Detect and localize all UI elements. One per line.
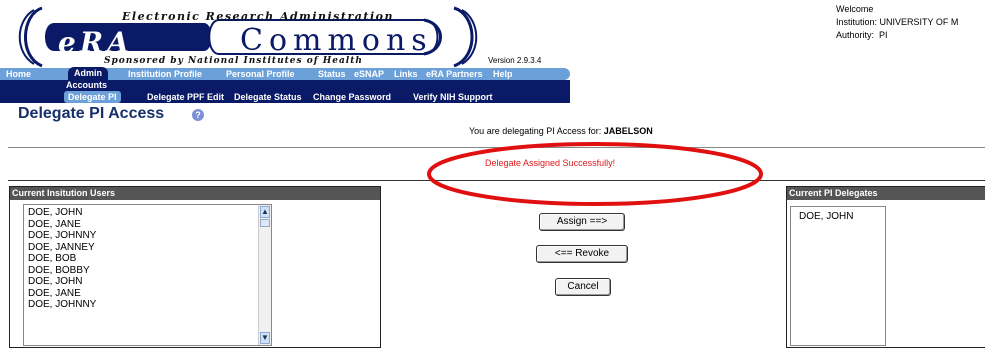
tab-delegate-status[interactable]: Delegate Status [234, 91, 302, 103]
nav-esnap[interactable]: eSNAP [354, 68, 384, 80]
chevron-up-icon[interactable]: ▲ [260, 206, 270, 218]
list-scrollbar[interactable]: ▲ ▼ [258, 205, 271, 345]
institution-value: UNIVERSITY OF M [879, 17, 959, 27]
help-icon[interactable]: ? [192, 109, 204, 121]
list-item[interactable]: DOE, JOHN [28, 276, 271, 288]
cancel-button[interactable]: Cancel [555, 278, 611, 296]
era-commons-logo[interactable]: Electronic Research Administration eRA C… [14, 6, 482, 68]
nav-help[interactable]: Help [493, 68, 513, 80]
authority-value: PI [879, 30, 888, 40]
tab-delegate-ppf-edit[interactable]: Delegate PPF Edit [147, 91, 224, 103]
authority-row: Authority: PI [836, 29, 958, 42]
nav-home[interactable]: Home [6, 68, 31, 80]
main-nav: Home Admin Institution Profile Personal … [0, 67, 570, 80]
version-label: Version 2.9.3.4 [488, 56, 542, 65]
annotation-ellipse [427, 142, 763, 206]
list-item[interactable]: DOE, JOHN [799, 211, 885, 223]
list-item[interactable]: DOE, BOBBY [28, 265, 271, 277]
institution-row: Institution: UNIVERSITY OF M [836, 16, 958, 29]
nav-era-partners[interactable]: eRA Partners [426, 68, 483, 80]
list-item[interactable]: DOE, BOB [28, 253, 271, 265]
logo-bottom-text: Sponsored by National Institutes of Heal… [104, 56, 363, 66]
institution-users-header: Current Insitution Users [10, 187, 380, 200]
tab-delegate-pi[interactable]: Delegate PI [64, 91, 121, 103]
institution-label: Institution: [836, 17, 878, 27]
pi-delegates-header: Current PI Delegates [787, 187, 985, 200]
list-item[interactable]: DOE, JOHNNY [28, 230, 271, 242]
nav-personal-profile[interactable]: Personal Profile [226, 68, 295, 80]
delegating-message: You are delegating PI Access for: JABELS… [469, 126, 653, 136]
authority-label: Authority: [836, 30, 875, 40]
nav-admin[interactable]: Admin [68, 67, 108, 80]
delegating-prefix: You are delegating PI Access for: [469, 126, 602, 136]
assign-button[interactable]: Assign ==> [539, 213, 625, 231]
list-item[interactable]: DOE, JANNEY [28, 242, 271, 254]
tab-verify-nih-support[interactable]: Verify NIH Support [413, 91, 493, 103]
nav-links[interactable]: Links [394, 68, 418, 80]
scroll-thumb[interactable] [260, 219, 270, 227]
logo-commons-text: Commons [240, 23, 433, 58]
list-item[interactable]: DOE, JOHNNY [28, 299, 271, 311]
list-item[interactable]: DOE, JANE [28, 288, 271, 300]
pi-delegates-list[interactable]: DOE, JOHN [790, 206, 886, 346]
welcome-label: Welcome [836, 4, 874, 14]
chevron-down-icon[interactable]: ▼ [260, 332, 270, 344]
logo-era-text: eRA [58, 26, 133, 59]
user-info: Welcome Institution: UNIVERSITY OF M Aut… [836, 3, 958, 42]
logo-top-text: Electronic Research Administration [122, 10, 394, 23]
sub-nav-accounts: Accounts [0, 80, 570, 91]
page-title: Delegate PI Access [18, 105, 165, 122]
revoke-button[interactable]: <== Revoke [536, 245, 628, 263]
nav-status[interactable]: Status [318, 68, 346, 80]
sub-nav-delegate: Delegate PI Delegate PPF Edit Delegate S… [0, 91, 570, 103]
delegating-user: JABELSON [603, 126, 653, 136]
header-banner: Electronic Research Administration eRA C… [0, 0, 985, 68]
nav-accounts[interactable]: Accounts [66, 80, 107, 91]
institution-users-list[interactable]: DOE, JOHN DOE, JANE DOE, JOHNNY DOE, JAN… [23, 204, 272, 346]
list-item[interactable]: DOE, JOHN [28, 207, 271, 219]
list-item[interactable]: DOE, JANE [28, 219, 271, 231]
nav-institution-profile[interactable]: Institution Profile [128, 68, 202, 80]
tab-change-password[interactable]: Change Password [313, 91, 391, 103]
welcome-row: Welcome [836, 3, 958, 16]
